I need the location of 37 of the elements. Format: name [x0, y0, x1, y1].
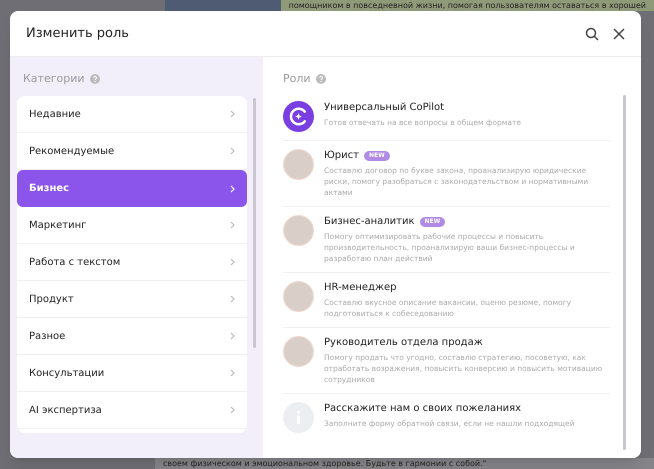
category-item[interactable]: Работа с текстом: [17, 244, 247, 281]
chevron-right-icon: [230, 406, 235, 414]
category-item[interactable]: Разное: [17, 318, 247, 355]
avatar-placeholder: [283, 336, 314, 367]
close-icon[interactable]: [613, 28, 625, 40]
search-icon[interactable]: [585, 26, 599, 40]
role-name: Юрист: [324, 149, 359, 163]
chevron-right-icon: [230, 332, 235, 340]
category-item[interactable]: Недавние: [17, 96, 247, 133]
section-heading: Роли: [283, 70, 311, 87]
chevron-right-icon: [230, 258, 235, 266]
role-name: Универсальный CoPilot: [324, 101, 444, 115]
category-item[interactable]: Продукт: [17, 281, 247, 318]
background-text: своем физическом и эмоциональном здоровье. Будьте в гармонии с собой.": [163, 458, 488, 469]
avatar-placeholder: [283, 215, 314, 246]
role-name: Бизнес-аналитик: [324, 215, 415, 229]
role-name: Расскажите нам о своих пожеланиях: [324, 402, 522, 416]
avatar-placeholder: [283, 149, 314, 180]
category-item[interactable]: AI экспертиза: [17, 392, 247, 429]
role-name: Руководитель отдела продаж: [324, 336, 483, 350]
role-name: HR-менеджер: [324, 281, 396, 295]
chevron-right-icon: [230, 369, 235, 377]
chevron-right-icon: [230, 221, 235, 229]
category-item[interactable]: Бизнес: [17, 170, 247, 207]
chevron-right-icon: [230, 147, 235, 155]
copilot-logo-icon: [283, 101, 314, 132]
help-icon: [316, 74, 326, 84]
section-heading: Категории: [23, 70, 85, 87]
chevron-right-icon: [230, 184, 235, 192]
chevron-right-icon: [230, 110, 235, 118]
chevron-right-icon: [230, 295, 235, 303]
category-item[interactable]: Маркетинг: [17, 207, 247, 244]
background-text: помощником в повседневной жизни, помогая пользователям оставаться в хорошей: [288, 0, 646, 11]
help-icon: [90, 74, 100, 84]
dialog-title: Изменить роль: [26, 24, 130, 43]
avatar-placeholder: [283, 281, 314, 312]
category-item[interactable]: Консультации: [17, 355, 247, 392]
